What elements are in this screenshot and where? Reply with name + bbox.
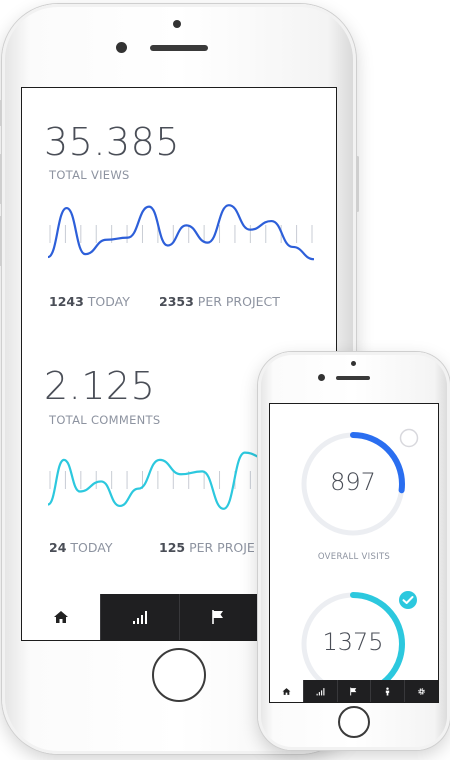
views-per-project-label: PER PROJECT (197, 294, 280, 309)
gear-icon (418, 687, 425, 695)
tab-stats[interactable] (99, 594, 179, 640)
tab-home[interactable] (22, 594, 100, 640)
volume-up-button (0, 154, 2, 204)
tab-profile[interactable] (370, 680, 404, 702)
signal-icon (132, 611, 147, 624)
flag-icon (212, 610, 224, 624)
signal-icon (316, 687, 325, 695)
second-ring-value: 1375 (322, 628, 384, 656)
total-views-label: TOTAL VIEWS (49, 168, 130, 182)
volume-down-button (0, 216, 2, 266)
comments-per-project-label: PER PROJE (189, 540, 255, 555)
earpiece-speaker (150, 45, 208, 51)
comments-today-label: TODAY (70, 540, 113, 555)
total-views-value: 35.385 (44, 120, 180, 164)
tab-stats[interactable] (302, 680, 337, 702)
mute-switch (0, 100, 2, 126)
power-button (356, 156, 359, 212)
tab-settings[interactable] (404, 680, 438, 702)
proximity-sensor (351, 361, 356, 366)
total-comments-value: 2.125 (44, 364, 156, 408)
home-icon (282, 687, 291, 695)
front-camera (116, 42, 127, 53)
comments-per-project-stat: 125 PER PROJE (159, 540, 255, 555)
visits-ring: 897 (297, 428, 409, 540)
views-sparkline (48, 204, 314, 261)
visits-value: 897 (330, 468, 376, 496)
proximity-sensor (173, 20, 181, 28)
comments-today-value: 24 (49, 540, 67, 555)
views-today-value: 1243 (49, 294, 84, 309)
overall-visits-label: OVERALL VISITS (317, 552, 391, 562)
bottom-tab-bar (270, 680, 438, 702)
visits-screen: 897 OVERALL VISITS 1375 (270, 404, 438, 702)
views-today-label: TODAY (87, 294, 130, 309)
total-comments-label: TOTAL COMMENTS (49, 413, 161, 427)
tab-flags[interactable] (178, 594, 258, 640)
flag-icon (350, 687, 357, 695)
home-button[interactable] (152, 648, 206, 702)
person-icon (386, 686, 390, 695)
tab-home[interactable] (270, 680, 303, 702)
front-camera (318, 374, 325, 381)
comments-today-stat: 24 TODAY (49, 540, 113, 555)
phone-small: 897 OVERALL VISITS 1375 (258, 352, 450, 750)
earpiece-speaker (336, 376, 370, 380)
views-per-project-value: 2353 (159, 294, 194, 309)
check-circle-icon[interactable] (398, 590, 418, 610)
tab-flags[interactable] (336, 680, 371, 702)
home-button[interactable] (338, 706, 370, 738)
comments-per-project-value: 125 (159, 540, 186, 555)
unchecked-circle-icon[interactable] (399, 428, 419, 448)
views-today-stat: 1243 TODAY (49, 294, 130, 309)
home-icon (53, 611, 68, 623)
views-per-project-stat: 2353 PER PROJECT (159, 294, 280, 309)
sparkline-path (48, 204, 314, 261)
